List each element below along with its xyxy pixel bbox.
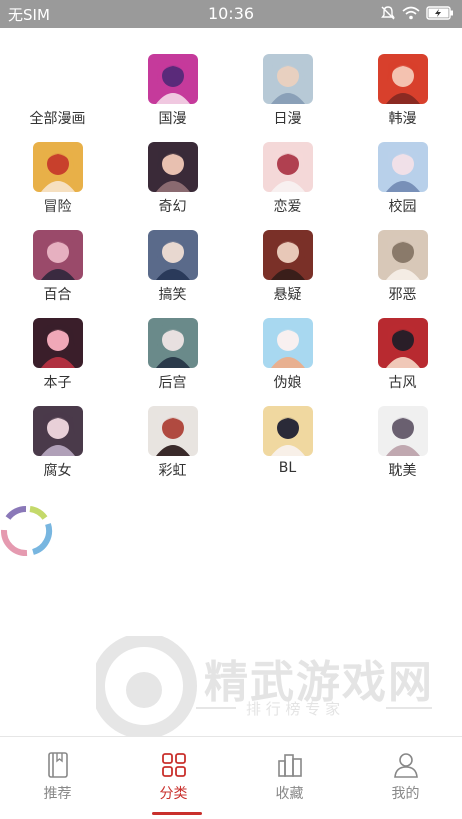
category-item[interactable]: 悬疑 [230, 226, 345, 314]
category-label: 百合 [43, 287, 72, 303]
category-thumbnail [33, 142, 83, 192]
category-thumbnail [263, 54, 313, 104]
category-label: 古风 [388, 375, 417, 391]
category-label: 韩漫 [388, 111, 417, 127]
tab-category[interactable]: 分类 [116, 737, 231, 819]
category-thumbnail [263, 230, 313, 280]
category-label: 邪恶 [388, 287, 417, 303]
watermark: 精武游戏网 排 行 榜 专 家 [91, 633, 436, 739]
category-label: BL [278, 460, 297, 476]
category-label: 校园 [388, 199, 417, 215]
category-thumbnail [148, 142, 198, 192]
mute-icon [381, 6, 395, 20]
category-item[interactable]: 校园 [345, 138, 460, 226]
category-item[interactable]: 恋爱 [230, 138, 345, 226]
category-item[interactable]: 本子 [0, 314, 115, 402]
category-label: 悬疑 [273, 287, 302, 303]
bookshelf-icon [276, 751, 304, 779]
category-item[interactable]: 百合 [0, 226, 115, 314]
category-item[interactable]: 奇幻 [115, 138, 230, 226]
category-thumbnail [148, 318, 198, 368]
category-item[interactable]: 日漫 [230, 50, 345, 138]
tab-label: 我的 [391, 786, 420, 802]
category-item[interactable]: 耽美 [345, 402, 460, 490]
category-label: 冒险 [43, 199, 72, 215]
category-item[interactable]: 邪恶 [345, 226, 460, 314]
wifi-icon [402, 6, 420, 20]
category-thumbnail [263, 406, 313, 456]
category-item[interactable]: 彩虹 [115, 402, 230, 490]
category-item[interactable]: BL [230, 402, 345, 490]
category-label: 耽美 [388, 463, 417, 479]
tab-mine[interactable]: 我的 [348, 737, 462, 819]
battery-charging-icon [426, 6, 453, 20]
category-thumbnail [148, 54, 198, 104]
category-item[interactable]: 后宫 [115, 314, 230, 402]
category-item[interactable]: 韩漫 [345, 50, 460, 138]
category-label: 本子 [43, 375, 72, 391]
category-thumbnail [378, 318, 428, 368]
category-label: 腐女 [43, 463, 72, 479]
watermark-subtitle: 排 行 榜 专 家 [246, 700, 341, 718]
category-thumbnail [148, 230, 198, 280]
loading-spinner-icon [1, 505, 53, 556]
category-item[interactable]: 搞笑 [115, 226, 230, 314]
category-thumbnail [378, 142, 428, 192]
category-thumbnail [33, 318, 83, 368]
category-thumbnail [33, 230, 83, 280]
category-item[interactable]: 冒险 [0, 138, 115, 226]
category-label: 全部漫画 [29, 111, 86, 127]
category-thumbnail [263, 318, 313, 368]
book-icon [44, 751, 72, 779]
category-item[interactable]: 全部漫画 [0, 50, 115, 138]
category-item[interactable]: 伪娘 [230, 314, 345, 402]
category-label: 搞笑 [158, 287, 187, 303]
category-thumbnail [148, 406, 198, 456]
category-item[interactable]: 腐女 [0, 402, 115, 490]
category-label: 伪娘 [273, 375, 302, 391]
category-label: 国漫 [158, 111, 187, 127]
category-item[interactable]: 国漫 [115, 50, 230, 138]
category-label: 恋爱 [273, 199, 302, 215]
category-thumbnail [378, 406, 428, 456]
category-thumbnail [33, 406, 83, 456]
tab-recommend[interactable]: 推荐 [0, 737, 115, 819]
category-label: 奇幻 [158, 199, 187, 215]
category-thumbnail [263, 142, 313, 192]
tab-label: 分类 [159, 786, 188, 802]
tab-label: 推荐 [43, 786, 72, 802]
tab-label: 收藏 [275, 786, 304, 802]
category-thumbnail [378, 230, 428, 280]
status-bar: 无SIM 10:36 [0, 0, 462, 28]
active-tab-indicator [152, 812, 202, 815]
grid-icon [160, 751, 188, 779]
user-icon [392, 751, 420, 779]
category-label: 日漫 [273, 111, 302, 127]
tab-favorites[interactable]: 收藏 [232, 737, 347, 819]
bottom-nav: 推荐 分类 收藏 我的 [0, 736, 462, 819]
category-item[interactable]: 古风 [345, 314, 460, 402]
category-label: 后宫 [158, 375, 187, 391]
status-icons [380, 5, 454, 21]
category-label: 彩虹 [158, 463, 187, 479]
category-thumbnail [378, 54, 428, 104]
